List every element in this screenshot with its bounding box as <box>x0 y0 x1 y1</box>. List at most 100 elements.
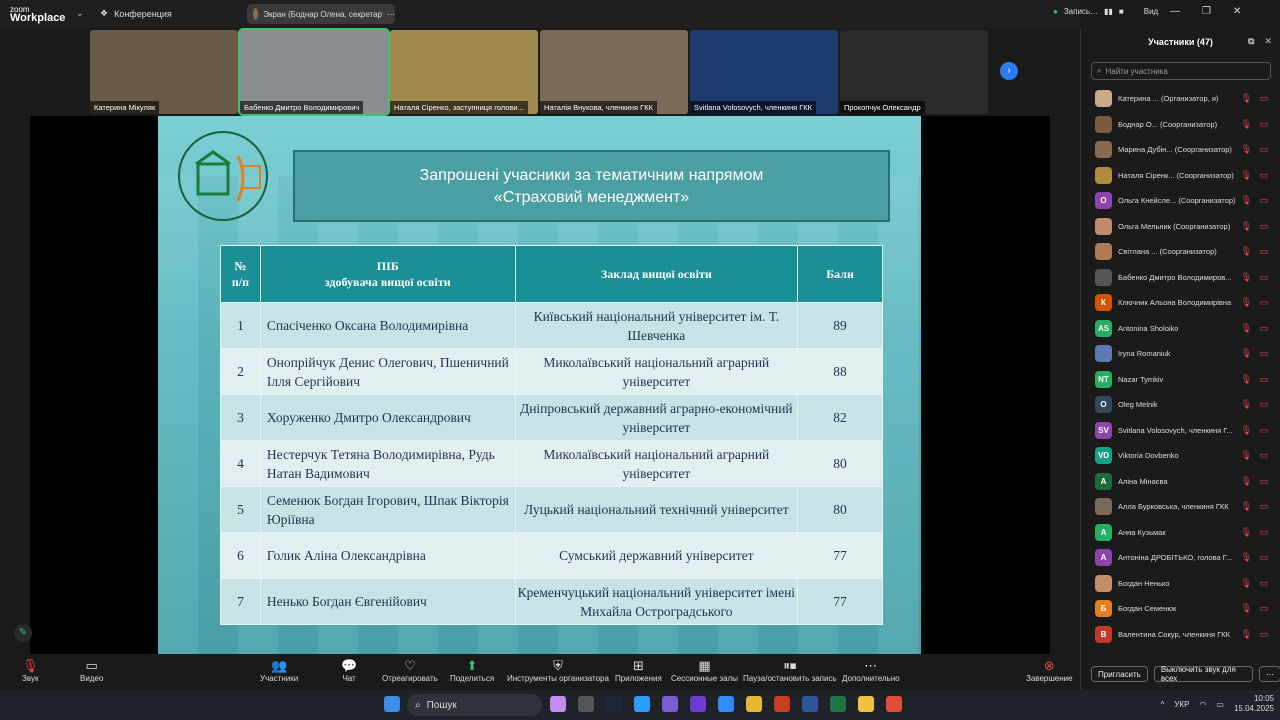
participant-item[interactable]: А Аліна Мінаєва 🎙 ▭ <box>1081 469 1280 495</box>
chevron-up-icon[interactable]: ^ <box>1161 700 1165 709</box>
copilot-icon[interactable] <box>550 696 566 712</box>
view-button[interactable]: Вид <box>1144 7 1158 16</box>
participant-item[interactable]: AS Antonina Sholoiko 🎙 ▭ <box>1081 316 1280 342</box>
video-tile[interactable]: Наталя Сіренко, заступниця голови... <box>390 30 538 114</box>
camera-off-icon: ▭ <box>1259 246 1268 256</box>
host-tools-button[interactable]: ⛨ Инструменты организатора <box>507 658 609 683</box>
zoom-icon[interactable] <box>718 696 734 712</box>
invite-button[interactable]: Пригласить <box>1091 666 1148 682</box>
powerpoint-icon[interactable] <box>774 696 790 712</box>
participant-item[interactable]: Б Богдан Семенюк 🎙 ▭ <box>1081 596 1280 622</box>
mic-off-icon: 🎙 <box>1240 552 1252 562</box>
table-row: 3 Хоруженко Дмитро Олександрович Дніпровсь… <box>220 394 883 441</box>
language-indicator[interactable]: УКР <box>1174 700 1189 709</box>
pause-recording-button[interactable]: ⏸⏹ Пауза/остановить запись <box>743 658 837 683</box>
maximize-icon[interactable]: ❐ <box>1202 6 1211 17</box>
stop-icon[interactable]: ■ <box>1119 7 1124 16</box>
mic-off-icon: 🎙 <box>1240 603 1252 613</box>
excel-icon[interactable] <box>830 696 846 712</box>
participant-item[interactable]: Катерина ... (Организатор, я) 🎙 ▭ <box>1081 86 1280 112</box>
camera-off-icon: ▭ <box>1259 399 1268 409</box>
video-button[interactable]: ▭ Видео <box>80 658 103 683</box>
explorer-icon[interactable] <box>858 696 874 712</box>
grid-icon: ▦ <box>698 658 711 673</box>
participant-item[interactable]: NT Nazar Tymkiv 🎙 ▭ <box>1081 367 1280 393</box>
participant-item[interactable]: Ольга Мельник (Соорганизатор) 🎙 ▭ <box>1081 214 1280 240</box>
video-tile[interactable]: Прокопчук Олександр <box>840 30 988 114</box>
participant-item[interactable]: Бабенко Дмитро Володимиров... 🎙 ▭ <box>1081 265 1280 291</box>
close-panel-icon[interactable]: ✕ <box>1264 36 1272 47</box>
chrome-profile-icon[interactable] <box>886 696 902 712</box>
screen-share-indicator[interactable]: Экран (Боднар Олена, секретар ⋯ <box>247 4 395 24</box>
camera-off-icon: ▭ <box>1259 373 1268 384</box>
participant-item[interactable]: Марина Дубін... (Соорганизатор) 🎙 ▭ <box>1081 137 1280 163</box>
chevron-down-icon[interactable]: ⌄ <box>76 8 84 19</box>
camera-off-icon: ▭ <box>1259 118 1268 129</box>
pause-icon[interactable]: ▮▮ <box>1104 7 1113 16</box>
mic-off-icon: 🎙 <box>1240 373 1252 384</box>
battery-icon[interactable]: ▭ <box>1216 700 1224 709</box>
participant-search-input[interactable]: ⌕ Найти участника <box>1091 62 1271 80</box>
mic-off-icon: 🎙 <box>1240 220 1252 231</box>
participant-item[interactable]: Наталя Сіренк... (Соорганизатор) 🎙 ▭ <box>1081 163 1280 189</box>
participant-item[interactable]: А Антоніна ДРОБІТЬКО, голова Г... 🎙 ▭ <box>1081 545 1280 571</box>
participant-item[interactable]: VD Viktoria Dovbenko 🎙 ▭ <box>1081 443 1280 469</box>
clock[interactable]: 10:05 15.04.2025 <box>1234 694 1274 714</box>
video-tile[interactable]: Катерина Мікуляк <box>90 30 238 114</box>
video-tile[interactable]: Svitlana Volosovych, членкиня ГКК <box>690 30 838 114</box>
wifi-icon[interactable]: ◠ <box>1199 700 1206 709</box>
word-icon[interactable] <box>802 696 818 712</box>
telegram-icon[interactable] <box>634 696 650 712</box>
cell-score: 89 <box>797 302 883 349</box>
audio-button[interactable]: 🎙 Звук <box>22 658 39 683</box>
discord-icon[interactable] <box>690 696 706 712</box>
more-button[interactable]: ⋯ Дополнительно <box>842 658 900 683</box>
more-icon: ⋯ <box>864 658 878 673</box>
avatar <box>253 8 259 20</box>
chat-icon: 💬 <box>341 658 358 673</box>
more-options-button[interactable]: ⋯ <box>1259 666 1280 682</box>
taskbar-search[interactable]: ⌕ Пошук <box>407 694 542 716</box>
app-icon[interactable] <box>578 696 594 712</box>
table-row: 5 Семенюк Богдан Ігорович, Шпак Вікторія … <box>220 486 883 533</box>
more-icon[interactable]: ⋯ <box>387 10 395 19</box>
participant-item[interactable]: Iryna Romaniuk 🎙 ▭ <box>1081 341 1280 367</box>
participant-item[interactable]: В Валентина Сокур, членкиня ГКК 🎙 ▭ <box>1081 622 1280 648</box>
cell-institution: Миколаївський національний аграрний унів… <box>514 440 799 487</box>
minimize-icon[interactable]: — <box>1170 6 1180 17</box>
table-row: 2 Онопрійчук Денис Олегович, Пшеничний Іл… <box>220 348 883 395</box>
participant-item[interactable]: Алла Бурковська, членкиня ГКК 🎙 ▭ <box>1081 494 1280 520</box>
participant-item[interactable]: А Анна Кузьмак 🎙 ▭ <box>1081 520 1280 546</box>
chrome-icon[interactable] <box>746 696 762 712</box>
participant-item[interactable]: Боднар О... (Соорганизатор) 🎙 ▭ <box>1081 112 1280 138</box>
apps-button[interactable]: ⊞ Приложения <box>615 658 662 683</box>
breakout-rooms-button[interactable]: ▦ Сессионные залы <box>671 658 738 683</box>
next-page-icon[interactable]: › <box>1000 62 1018 80</box>
mic-off-icon: 🎙 <box>1240 169 1252 180</box>
annotate-icon[interactable]: ✎ <box>14 624 32 642</box>
chat-button[interactable]: 💬 Чат <box>341 658 357 683</box>
recording-indicator[interactable]: ● Запись… ▮▮ ■ Вид <box>1053 7 1158 16</box>
cell-pib: Онопрійчук Денис Олегович, Пшеничний Ілл… <box>259 348 516 395</box>
camera-off-icon: ▭ <box>1259 552 1268 562</box>
steam-icon[interactable] <box>606 696 622 712</box>
cell-num: 2 <box>220 348 261 395</box>
participant-item[interactable]: О Ольга Кнейсле... (Соорганизатор) 🎙 ▭ <box>1081 188 1280 214</box>
close-icon[interactable]: ✕ <box>1233 6 1241 17</box>
mute-all-button[interactable]: Выключить звук для всех <box>1153 665 1253 683</box>
popout-icon[interactable]: ⧉ <box>1248 36 1254 47</box>
participant-item[interactable]: O Oleg Melnik 🎙 ▭ <box>1081 392 1280 418</box>
meeting-info-button[interactable]: ❖ Конференция <box>100 8 172 19</box>
participant-item[interactable]: Світлана ... (Соорганизатор) 🎙 ▭ <box>1081 239 1280 265</box>
participants-button[interactable]: 👥 Участники <box>260 658 298 683</box>
viber-icon[interactable] <box>662 696 678 712</box>
video-tile[interactable]: Бабенко Дмитро Володимирович <box>238 28 390 116</box>
share-button[interactable]: ⬆ Поделиться <box>450 658 494 683</box>
participant-item[interactable]: К Ключник Альона Володимирівна 🎙 ▭ <box>1081 290 1280 316</box>
react-button[interactable]: ♡ Отреагировать <box>382 658 438 683</box>
windows-start-icon[interactable] <box>384 696 400 712</box>
participant-item[interactable]: Богдан Ненько 🎙 ▭ <box>1081 571 1280 597</box>
end-button[interactable]: ⊗ Завершение <box>1026 658 1073 683</box>
participant-item[interactable]: SV Svitlana Volosovych, членкиня Г... 🎙 ▭ <box>1081 418 1280 444</box>
video-tile[interactable]: Наталія Внукова, членкиня ГКК <box>540 30 688 114</box>
